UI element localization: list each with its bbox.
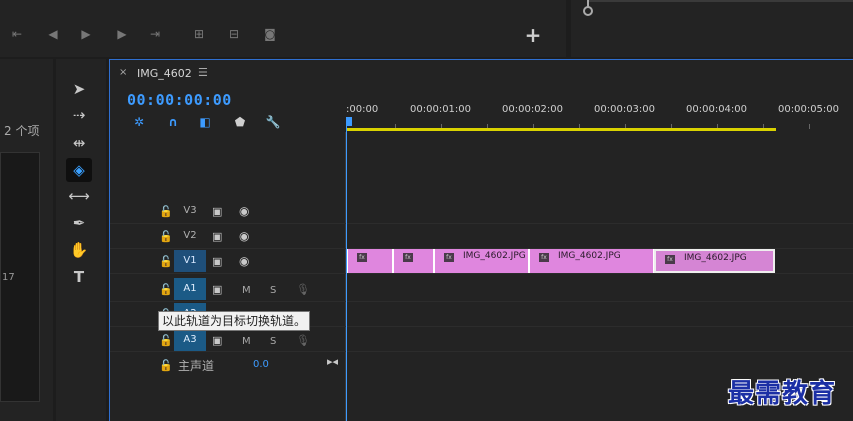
mic-icon[interactable]: 🎙 — [296, 283, 310, 296]
track-target-a1[interactable]: A1 — [174, 278, 206, 300]
button-editor-plus-icon[interactable]: + — [524, 25, 542, 45]
tab-menu-icon[interactable]: ☰ — [198, 66, 208, 79]
eye-icon[interactable]: ◉ — [239, 229, 249, 243]
sync-lock-icon[interactable]: ▣ — [212, 255, 222, 268]
fx-badge-icon: fx — [444, 253, 454, 262]
lock-icon[interactable]: 🔓 — [159, 230, 173, 243]
playhead-line — [346, 126, 347, 421]
sync-lock-icon[interactable]: ▣ — [212, 283, 222, 296]
play-icon[interactable]: ▶ — [77, 26, 95, 42]
razor-tool-icon[interactable]: ◈ — [66, 158, 92, 182]
track-select-tool-icon[interactable]: ⇢ — [66, 103, 92, 127]
solo-button[interactable]: S — [270, 285, 276, 296]
snap-icon[interactable]: ∩ — [165, 114, 181, 130]
pen-tool-icon[interactable]: ✒ — [66, 211, 92, 235]
source-monitor-panel — [571, 0, 853, 57]
fx-badge-icon: fx — [403, 253, 413, 262]
track-target-v3[interactable]: V3 — [174, 200, 206, 222]
add-marker-icon[interactable]: ⬟ — [232, 114, 248, 130]
go-to-end-icon[interactable]: ▸◂ — [327, 355, 338, 368]
timeline-clip-selected[interactable]: fx IMG_4602.JPG — [654, 249, 775, 273]
go-to-out-icon[interactable]: ⇥ — [146, 26, 164, 42]
ruler-tick-label: 00:00:01:00 — [410, 104, 472, 115]
timeline-settings-icon[interactable]: 🔧 — [265, 114, 281, 130]
ruler-tick — [809, 124, 810, 129]
timeline-clip[interactable]: fx IMG_4602.JPG — [434, 249, 529, 273]
step-back-icon[interactable]: ◀ — [44, 26, 62, 42]
tab-close-icon[interactable]: × — [119, 67, 127, 78]
linked-selection-icon[interactable]: ◧ — [197, 114, 213, 130]
clip-name: IMG_4602.JPG — [684, 253, 747, 263]
track-target-v2[interactable]: V2 — [174, 225, 206, 247]
ruler-tick-label: 00:00:05:00 — [778, 104, 840, 115]
lift-icon[interactable]: ⊞ — [190, 26, 208, 42]
project-item-count: 2 个项 — [4, 124, 40, 138]
fx-badge-icon: fx — [357, 253, 367, 262]
project-row-label: 17 — [2, 272, 15, 283]
sync-lock-icon[interactable]: ▣ — [212, 230, 222, 243]
track-target-tooltip: 以此轨道为目标切换轨道。 — [158, 311, 311, 331]
type-tool-icon[interactable]: T — [66, 265, 92, 289]
slip-tool-icon[interactable]: ⟷ — [66, 184, 92, 208]
lock-icon[interactable]: 🔓 — [159, 255, 173, 268]
eye-icon[interactable]: ◉ — [239, 254, 249, 268]
extract-icon[interactable]: ⊟ — [225, 26, 243, 42]
master-track-label: 主声道 — [178, 359, 215, 373]
playhead-handle[interactable] — [346, 117, 352, 126]
sequence-tab-title[interactable]: IMG_4602 — [137, 67, 192, 80]
ripple-edit-tool-icon[interactable]: ⇹ — [66, 131, 92, 155]
selection-tool-icon[interactable]: ➤ — [66, 77, 92, 101]
clip-name: IMG_4602.JPG — [558, 251, 621, 261]
clip-name: IMG_4602.JPG — [463, 251, 526, 261]
track-target-v1[interactable]: V1 — [174, 250, 206, 272]
lock-icon[interactable]: 🔓 — [159, 283, 173, 296]
lock-icon[interactable]: 🔓 — [159, 359, 173, 372]
playhead-timecode[interactable]: 00:00:00:00 — [127, 91, 232, 109]
mute-button[interactable]: M — [242, 336, 251, 347]
nest-toggle-icon[interactable]: ✲ — [131, 114, 147, 130]
solo-button[interactable]: S — [270, 336, 276, 347]
fx-badge-icon: fx — [665, 255, 675, 264]
export-frame-icon[interactable]: ◙ — [261, 26, 279, 42]
ruler-tick-label: :00:00 — [346, 104, 379, 115]
timeline-clip[interactable]: fx — [393, 249, 434, 273]
sync-lock-icon[interactable]: ▣ — [212, 334, 222, 347]
go-to-in-icon[interactable]: ⇤ — [8, 26, 26, 42]
lock-icon[interactable]: 🔓 — [159, 334, 173, 347]
master-volume-value[interactable]: 0.0 — [253, 359, 269, 370]
mini-playhead-icon[interactable] — [583, 6, 593, 16]
timeline-clip[interactable]: fx — [347, 249, 393, 273]
mic-icon[interactable]: 🎙 — [296, 334, 310, 347]
lock-icon[interactable]: 🔓 — [159, 205, 173, 218]
ruler-tick-label: 00:00:04:00 — [686, 104, 748, 115]
fx-badge-icon: fx — [539, 253, 549, 262]
work-area-bar[interactable] — [346, 128, 776, 131]
timeline-clip[interactable]: fx IMG_4602.JPG — [529, 249, 654, 273]
step-forward-icon[interactable]: ▶ — [113, 26, 131, 42]
track-target-a3[interactable]: A3 — [174, 329, 206, 351]
mute-button[interactable]: M — [242, 285, 251, 296]
ruler-tick-label: 00:00:03:00 — [594, 104, 656, 115]
ruler-tick-label: 00:00:02:00 — [502, 104, 564, 115]
sync-lock-icon[interactable]: ▣ — [212, 205, 222, 218]
mini-timeline-track — [587, 0, 853, 2]
watermark-logo: 最需教育 — [728, 379, 837, 409]
eye-icon[interactable]: ◉ — [239, 204, 249, 218]
hand-tool-icon[interactable]: ✋ — [66, 238, 92, 262]
